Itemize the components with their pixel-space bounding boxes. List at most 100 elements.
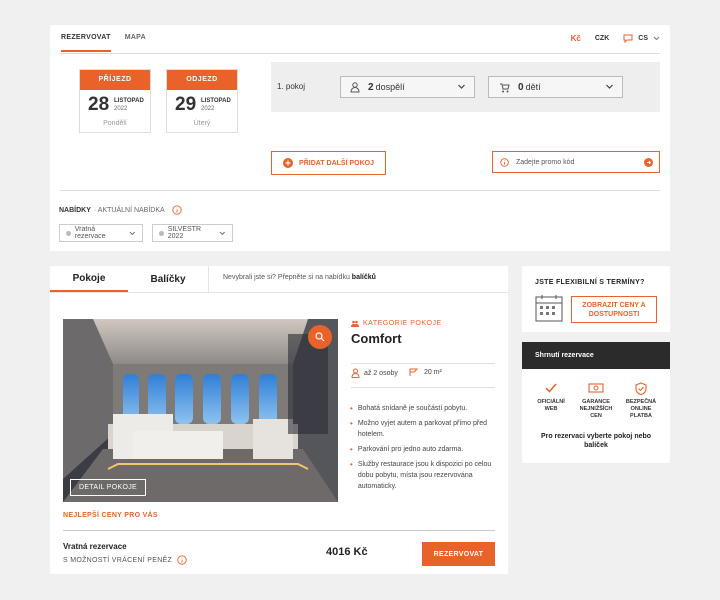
top-tabs: REZERVOVAT MAPA <box>61 34 146 52</box>
arrival-year: 2022 <box>114 106 128 112</box>
person-icon <box>350 81 360 92</box>
room-price: 4016 Kč <box>326 546 368 558</box>
adults-label: dospělí <box>375 82 405 92</box>
chip-dot <box>159 230 164 236</box>
feature-item: • Možno vyjet autem a parkovat přímo před… <box>350 418 500 440</box>
currency-selector[interactable]: CZK <box>595 35 609 42</box>
offer-chip-silvestr[interactable]: SILVESTR 2022 <box>152 224 233 242</box>
departure-weekday: Úterý <box>193 120 211 127</box>
departure-year: 2022 <box>201 106 215 112</box>
offers-header: NABÍDKY · AKTUÁLNÍ NABÍDKA <box>59 205 182 215</box>
children-label: dětí <box>525 82 541 92</box>
arrival-weekday: Pondělí <box>103 120 127 127</box>
add-room-button[interactable]: PŘIDAT DALŠÍ POKOJ <box>271 151 386 175</box>
arrival-date-picker[interactable]: PŘÍJEZD 28 LISTOPAD 2022 Pondělí <box>79 69 151 133</box>
flexible-title: JSTE FLEXIBILNÍ S TERMÍNY? <box>535 279 645 286</box>
info-icon <box>500 157 509 167</box>
room-photo[interactable]: DETAIL POKOJE <box>63 319 338 502</box>
rate-name: Vratná rezervace <box>63 542 127 551</box>
plus-circle-icon <box>283 158 294 168</box>
room-name: Comfort <box>351 331 402 346</box>
feature-label: BEZPEČNÁ ONLINE PLATBA <box>625 399 657 419</box>
best-price-label: NEJLEPŠÍ CENY PRO VÁS <box>63 512 158 519</box>
tab-rezervovat[interactable]: REZERVOVAT <box>61 34 111 52</box>
flexible-dates-card: JSTE FLEXIBILNÍ S TERMÍNY? ZOBRAZIT CENY… <box>522 266 670 332</box>
search-icon <box>315 332 325 342</box>
info-icon[interactable] <box>177 555 187 565</box>
chat-icon <box>623 34 633 43</box>
divider <box>60 53 660 54</box>
person-icon <box>351 368 360 378</box>
chevron-down-icon <box>458 84 465 89</box>
bullet-icon: • <box>350 419 353 428</box>
divider <box>351 387 495 388</box>
divider <box>60 190 660 191</box>
chip-dot <box>66 230 71 236</box>
reservation-summary-card: Shrnutí rezervace OFICIÁLNÍ WEB GARANCE … <box>522 342 670 463</box>
bullet-icon: • <box>350 460 353 469</box>
departure-day: 29 <box>175 94 197 115</box>
feature-lowest-price: GARANCE NEJNIŽŠÍCH CEN <box>577 382 615 420</box>
language-code: CS <box>638 35 648 42</box>
offer-chip-label: SILVESTR 2022 <box>167 226 202 240</box>
departure-date-picker[interactable]: ODJEZD 29 LISTOPAD 2022 Úterý <box>166 69 238 133</box>
bullet-icon: • <box>350 445 353 454</box>
money-icon <box>588 383 604 393</box>
book-button[interactable]: REZERVOVAT <box>422 542 495 566</box>
chevron-down-icon <box>220 231 226 235</box>
room-capacity: až 2 osoby <box>351 368 398 378</box>
children-select[interactable]: 0 dětí <box>488 76 623 98</box>
room-image <box>63 319 338 502</box>
tab-packages[interactable]: Balíčky <box>128 266 209 292</box>
children-count: 0 <box>518 81 524 93</box>
add-room-label: PŘIDAT DALŠÍ POKOJ <box>299 159 374 167</box>
bullet-icon: • <box>350 404 353 413</box>
promo-code-input[interactable]: Zadejte promo kód <box>492 151 660 173</box>
language-selector[interactable]: CS <box>623 34 660 43</box>
room-list-card: Pokoje Balíčky Nevybrali jste si? Přepně… <box>50 266 508 574</box>
feature-label: OFICIÁLNÍ WEB <box>537 399 565 412</box>
room-detail-button[interactable]: DETAIL POKOJE <box>70 479 146 496</box>
room-area: 20 m² <box>424 369 442 376</box>
room-tabs: Pokoje Balíčky Nevybrali jste si? Přepně… <box>50 266 508 293</box>
departure-label: ODJEZD <box>167 70 237 90</box>
zoom-button[interactable] <box>308 325 332 349</box>
divider <box>63 530 495 531</box>
shield-check-icon <box>635 382 647 395</box>
check-icon <box>545 383 557 393</box>
offers-subtitle: · AKTUÁLNÍ NABÍDKA <box>93 206 165 214</box>
info-icon[interactable] <box>172 205 182 215</box>
packages-hint: Nevybrali jste si? Přepněte si na nabídk… <box>223 274 376 281</box>
offer-chip-refundable[interactable]: Vratná rezervace <box>59 224 143 242</box>
chevron-down-icon <box>606 84 613 89</box>
offers-title: NABÍDKY <box>59 206 91 214</box>
arrow-right-icon[interactable] <box>644 158 653 167</box>
room-category: KATEGORIE POKOJE <box>351 320 442 327</box>
hint-text: Nevybrali jste si? Přepněte si na nabídk… <box>223 274 352 281</box>
summary-note: Pro rezervaci vyberte pokoj nebo balíček <box>540 433 652 449</box>
adults-select[interactable]: 2 dospělí <box>340 76 475 98</box>
feature-item: • Parkování pro jedno auto zdarma. <box>350 444 500 455</box>
packages-link[interactable]: balíčků <box>352 274 376 281</box>
booking-form-card: REZERVOVAT MAPA Kč CZK CS PŘÍJEZD 28 LIS… <box>50 25 670 251</box>
feature-item: • Bohatá snídaně je součástí pobytu. <box>350 403 500 414</box>
offer-chip-label: Vratná rezervace <box>74 226 106 240</box>
feature-secure-payment: BEZPEČNÁ ONLINE PLATBA <box>622 382 660 420</box>
feature-label: GARANCE NEJNIŽŠÍCH CEN <box>579 399 613 419</box>
floor-area-icon <box>409 368 418 376</box>
feature-text: Bohatá snídaně je součástí pobytu. <box>357 405 468 412</box>
room-features: • Bohatá snídaně je součástí pobytu. • Mož… <box>350 403 500 496</box>
currency-symbol[interactable]: Kč <box>571 34 581 43</box>
tab-mapa[interactable]: MAPA <box>125 34 146 52</box>
departure-month: LISTOPAD <box>201 98 231 104</box>
arrival-label: PŘÍJEZD <box>80 70 150 90</box>
tab-rooms[interactable]: Pokoje <box>50 266 128 292</box>
arrival-month: LISTOPAD <box>114 98 144 104</box>
feature-item: • Služby restaurace jsou k dispozici po c… <box>350 459 500 492</box>
feature-text: Možno vyjet autem a parkovat přímo před … <box>357 420 487 438</box>
departure-month-year: LISTOPAD 2022 <box>201 97 231 113</box>
chevron-down-icon <box>129 231 136 235</box>
calendar-icon <box>535 295 563 322</box>
promo-placeholder: Zadejte promo kód <box>516 158 575 166</box>
show-prices-button[interactable]: ZOBRAZIT CENY A DOSTUPNOSTI <box>571 296 657 323</box>
